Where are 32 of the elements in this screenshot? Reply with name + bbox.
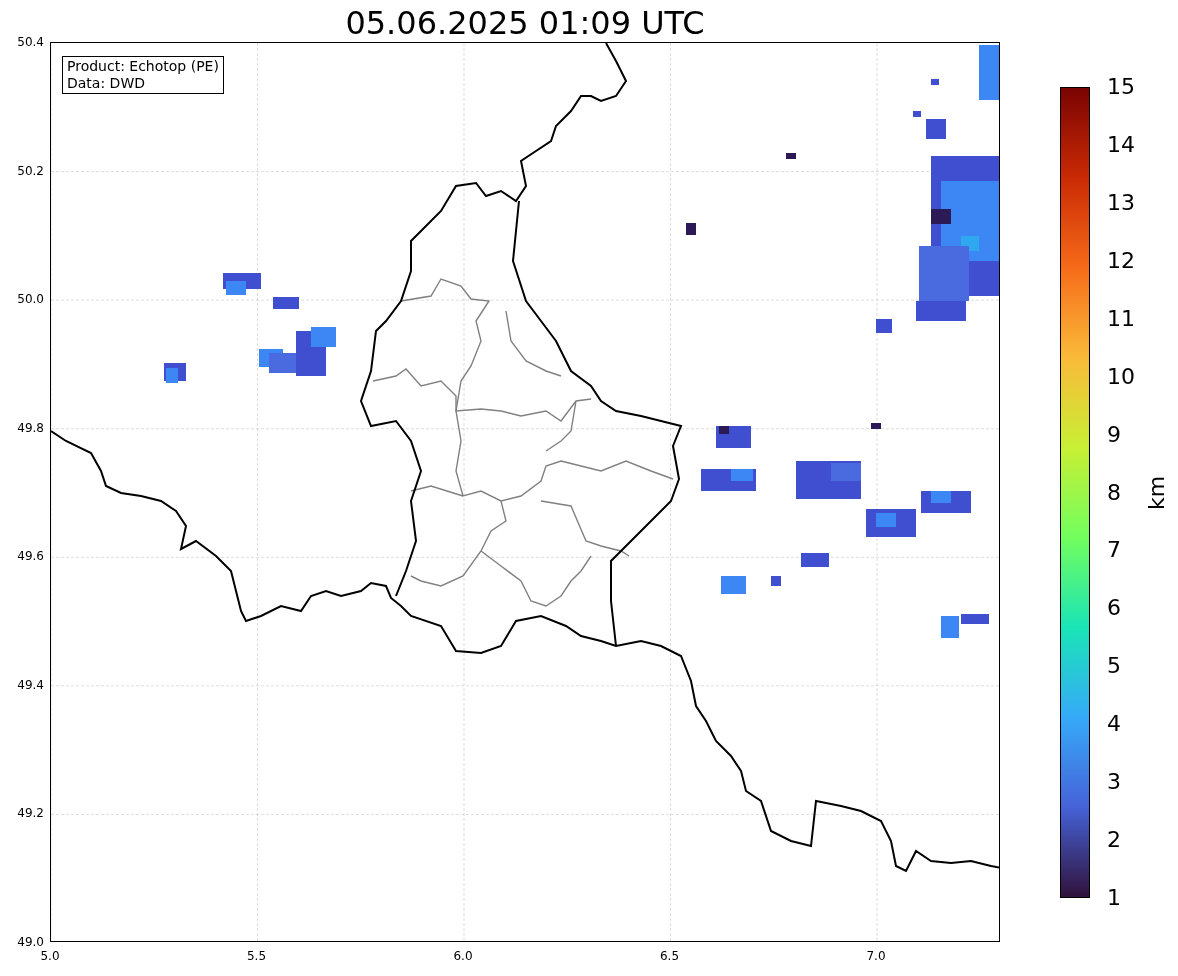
- x-tick-label: 6.0: [452, 949, 474, 963]
- colorbar-tick-label: 1: [1107, 885, 1121, 911]
- x-tick-label: 7.0: [865, 949, 887, 963]
- colorbar-tick-label: 2: [1107, 827, 1121, 854]
- chart-title: 05.06.2025 01:09 UTC: [344, 3, 706, 43]
- annotation-text: Product: Echotop (PE): [67, 58, 219, 75]
- x-tick-label: 5.5: [245, 949, 268, 963]
- colorbar-tick-label: 3: [1107, 769, 1121, 796]
- y-tick-label: 49.2: [17, 806, 44, 821]
- colorbar-tick-label: 8: [1107, 479, 1121, 506]
- colorbar-tick-label: 14: [1107, 131, 1135, 158]
- colorbar-tick-label: 13: [1107, 189, 1135, 216]
- x-tick-label: 5.0: [39, 949, 61, 963]
- y-tick-label: 49.6: [17, 549, 44, 564]
- colorbar-tick-label: 9: [1107, 421, 1121, 448]
- colorbar-tick-label: 12: [1107, 247, 1135, 274]
- colorbar-tick-label: 6: [1107, 595, 1121, 622]
- y-tick-label: 49.8: [17, 420, 44, 435]
- colorbar-tick-label: 7: [1107, 537, 1121, 564]
- colorbar-label: km: [1144, 475, 1171, 511]
- y-tick-label: 49.0: [17, 935, 44, 949]
- y-tick-label: 50.0: [17, 292, 44, 307]
- colorbar-tick-label: 15: [1107, 74, 1135, 100]
- colorbar-tick-label: 4: [1107, 711, 1121, 738]
- y-tick-label: 49.4: [17, 677, 44, 692]
- y-tick-label: 50.4: [17, 35, 44, 49]
- y-tick-label: 50.2: [17, 163, 44, 178]
- colorbar-tick-label: 5: [1107, 653, 1121, 680]
- colorbar-tick-label: 11: [1107, 305, 1135, 332]
- x-tick-label: 6.5: [658, 949, 681, 963]
- annotation-text: Data: DWD: [67, 75, 146, 92]
- colorbar-tick-label: 10: [1107, 363, 1135, 390]
